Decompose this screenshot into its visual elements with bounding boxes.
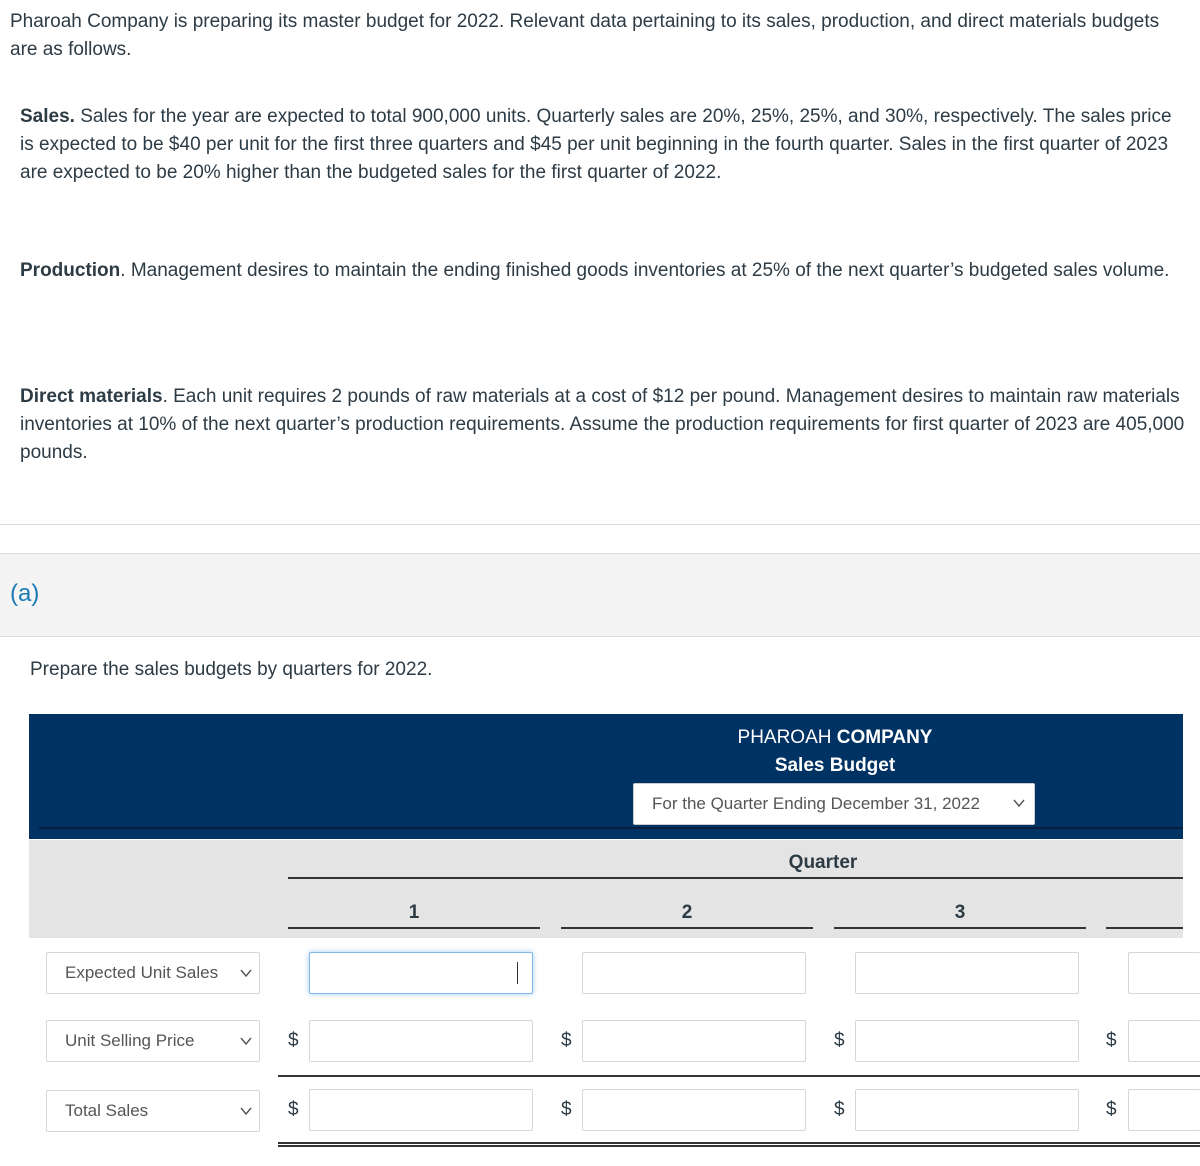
dollar-sign: $ (561, 1099, 572, 1120)
direct-materials-heading: Direct materials (20, 386, 163, 407)
sales-text: Sales for the year are expected to total… (20, 106, 1172, 183)
direct-materials-paragraph: Direct materials. Each unit requires 2 p… (20, 383, 1190, 467)
period-dropdown[interactable]: For the Quarter Ending December 31, 2022 (633, 783, 1035, 825)
column-underline (1106, 927, 1183, 929)
direct-materials-text: . Each unit requires 2 pounds of raw mat… (20, 386, 1185, 463)
unit-selling-price-q1-input[interactable] (309, 1020, 533, 1062)
total-sales-q3-input[interactable] (855, 1089, 1079, 1131)
quarter-header-underline (288, 877, 1183, 879)
dollar-sign: $ (288, 1099, 299, 1120)
divider (0, 524, 1200, 525)
divider (0, 636, 1200, 637)
dollar-sign: $ (834, 1099, 845, 1120)
column-header-q1: 1 (408, 902, 420, 923)
text-cursor (517, 962, 518, 984)
sales-paragraph: Sales. Sales for the year are expected t… (20, 103, 1190, 187)
quarter-group-header: Quarter (788, 852, 858, 873)
row-label: Total Sales (65, 1101, 149, 1120)
chevron-down-icon (239, 1033, 253, 1053)
part-instruction: Prepare the sales budgets by quarters fo… (30, 659, 433, 680)
divider (0, 553, 1200, 554)
dollar-sign: $ (1106, 1030, 1117, 1051)
expected-unit-sales-q4-input[interactable] (1128, 952, 1200, 994)
row-label: Unit Selling Price (65, 1031, 195, 1050)
column-header-q3: 3 (954, 902, 966, 923)
title-band-divider (39, 827, 1183, 829)
unit-selling-price-q2-input[interactable] (582, 1020, 806, 1062)
intro-paragraph: Pharoah Company is preparing its master … (10, 11, 1160, 60)
production-heading: Production (20, 260, 121, 281)
column-header-q2: 2 (681, 902, 693, 923)
company-name: PHAROAH COMPANY (29, 727, 1200, 749)
production-text: . Management desires to maintain the end… (120, 260, 1170, 281)
chevron-down-icon (239, 1103, 253, 1123)
total-double-rule (278, 1142, 1200, 1147)
row-label-dropdown-unit-selling-price[interactable]: Unit Selling Price (46, 1020, 260, 1062)
company-name-regular: PHAROAH (737, 727, 837, 748)
subtotal-rule (278, 1075, 1200, 1077)
dollar-sign: $ (1106, 1099, 1117, 1120)
chevron-down-icon (239, 965, 253, 985)
period-dropdown-value: For the Quarter Ending December 31, 2022 (652, 794, 980, 813)
column-underline (288, 927, 540, 929)
row-label-dropdown-total-sales[interactable]: Total Sales (46, 1090, 260, 1132)
row-label: Expected Unit Sales (65, 963, 219, 982)
sales-heading: Sales. (20, 106, 75, 127)
production-paragraph: Production. Management desires to mainta… (20, 257, 1190, 285)
dollar-sign: $ (561, 1030, 572, 1051)
row-label-dropdown-expected-unit-sales[interactable]: Expected Unit Sales (46, 952, 260, 994)
total-sales-q2-input[interactable] (582, 1089, 806, 1131)
chevron-down-icon (1012, 795, 1026, 815)
part-header-band (0, 554, 1200, 636)
column-underline (561, 927, 813, 929)
budget-title: Sales Budget (774, 755, 896, 776)
company-name-bold: COMPANY (836, 727, 933, 748)
total-sales-q1-input[interactable] (309, 1089, 533, 1131)
expected-unit-sales-q1-input[interactable] (309, 952, 533, 994)
unit-selling-price-q3-input[interactable] (855, 1020, 1079, 1062)
expected-unit-sales-q2-input[interactable] (582, 952, 806, 994)
column-underline (834, 927, 1086, 929)
unit-selling-price-q4-input[interactable] (1128, 1020, 1200, 1062)
total-sales-q4-input[interactable] (1128, 1089, 1200, 1131)
expected-unit-sales-q3-input[interactable] (855, 952, 1079, 994)
dollar-sign: $ (834, 1030, 845, 1051)
part-label: (a) (10, 580, 40, 607)
dollar-sign: $ (288, 1030, 299, 1051)
